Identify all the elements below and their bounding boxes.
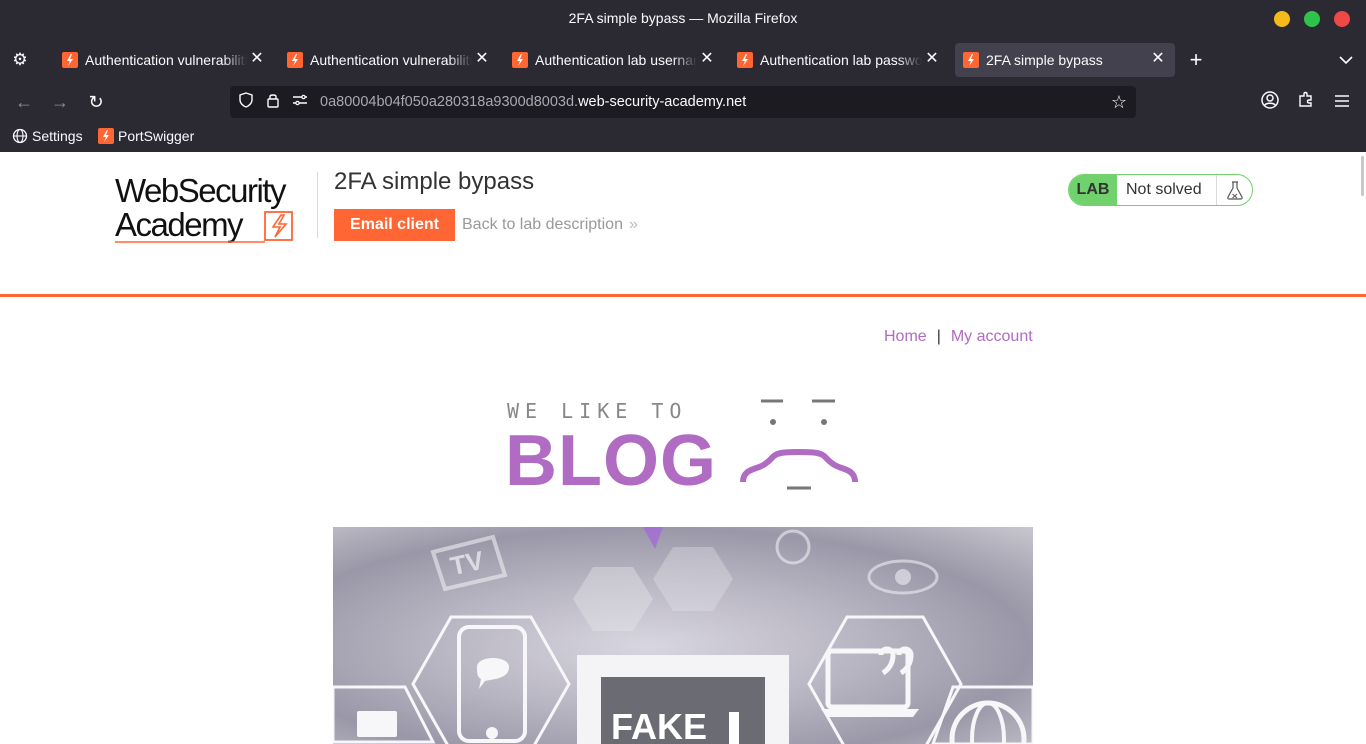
- bookmarks-toolbar: Settings PortSwigger: [0, 122, 1366, 152]
- bookmark-portswigger[interactable]: PortSwigger: [98, 128, 194, 146]
- tab-bar: ⚙ Authentication vulnerabilities ✕ Authe…: [0, 38, 1366, 82]
- lab-title: 2FA simple bypass: [334, 168, 535, 195]
- new-tab-plus-icon[interactable]: +: [1184, 48, 1208, 72]
- hero-tv-text: TV: [448, 545, 487, 581]
- bookmark-star-icon[interactable]: ☆: [1109, 92, 1129, 112]
- tab-close-icon[interactable]: ✕: [473, 50, 491, 68]
- back-link-label: Back to lab description: [462, 216, 623, 233]
- hamburger-menu-icon[interactable]: [1330, 90, 1354, 114]
- portswigger-favicon-icon: [62, 52, 78, 68]
- extensions-icon[interactable]: [1294, 90, 1318, 114]
- double-chevron-right-icon: »: [628, 216, 638, 233]
- tab-close-icon[interactable]: ✕: [1149, 50, 1167, 68]
- blog-logo-title: BLOG: [505, 421, 717, 501]
- bookmark-label: PortSwigger: [118, 128, 195, 144]
- page-viewport: WebSecurity Academy 2FA simple bypass Em…: [0, 152, 1366, 744]
- window-titlebar: 2FA simple bypass — Mozilla Firefox: [0, 0, 1366, 38]
- lab-status-widget: LAB Not solved: [1068, 174, 1253, 206]
- tab-label: Authentication lab passwords: [760, 52, 922, 68]
- brace-face-icon: [740, 399, 858, 490]
- lab-badge: LAB: [1069, 175, 1117, 205]
- tab-label: Authentication vulnerabilities: [85, 52, 247, 68]
- my-account-link[interactable]: My account: [951, 328, 1033, 345]
- shield-icon[interactable]: [236, 92, 256, 112]
- url-text[interactable]: 0a80004b04f050a280318a9300d8003d.web-sec…: [320, 94, 746, 110]
- tab-label: 2FA simple bypass: [986, 52, 1103, 68]
- bookmark-settings[interactable]: Settings: [12, 128, 83, 146]
- nav-separator: |: [936, 328, 941, 345]
- lock-icon[interactable]: [263, 92, 283, 112]
- tab-close-icon[interactable]: ✕: [248, 50, 266, 68]
- minimize-button[interactable]: [1274, 11, 1290, 27]
- back-to-lab-description-link[interactable]: Back to lab description »: [462, 216, 638, 234]
- tab-close-icon[interactable]: ✕: [698, 50, 716, 68]
- url-subdomain: 0a80004b04f050a280318a9300d8003d.: [320, 94, 579, 110]
- site-navigation: Home | My account: [884, 328, 1033, 346]
- header-orange-divider: [0, 294, 1366, 297]
- url-domain: web-security-academy.net: [578, 94, 747, 110]
- reload-icon[interactable]: ↻: [84, 90, 108, 114]
- web-security-academy-logo[interactable]: WebSecurity Academy: [115, 172, 315, 244]
- window-title: 2FA simple bypass — Mozilla Firefox: [568, 10, 798, 26]
- gear-icon[interactable]: ⚙: [10, 50, 30, 70]
- bookmark-label: Settings: [32, 128, 83, 144]
- navigation-toolbar: ← → ↻ 0a80004b04f050a280318a9300d8003d.w…: [0, 82, 1366, 122]
- tab-authentication-vulnerabilities-2[interactable]: Authentication vulnerabilities ✕: [279, 43, 499, 77]
- email-client-button[interactable]: Email client: [334, 209, 455, 241]
- portswigger-favicon-icon: [963, 52, 979, 68]
- maximize-button[interactable]: [1304, 11, 1320, 27]
- tab-authentication-vulnerabilities-1[interactable]: Authentication vulnerabilities ✕: [54, 43, 274, 77]
- close-window-button[interactable]: [1334, 11, 1350, 27]
- url-bar[interactable]: 0a80004b04f050a280318a9300d8003d.web-sec…: [230, 86, 1136, 118]
- permissions-icon[interactable]: [290, 92, 310, 112]
- home-link[interactable]: Home: [884, 328, 927, 345]
- page-scrollbar[interactable]: [1361, 156, 1364, 196]
- portswigger-favicon-icon: [287, 52, 303, 68]
- header-divider: [317, 172, 318, 238]
- globe-icon: [12, 128, 28, 144]
- lab-status-text: Not solved: [1126, 181, 1202, 198]
- tab-authentication-lab-passwords[interactable]: Authentication lab passwords ✕: [729, 43, 949, 77]
- tab-2fa-simple-bypass[interactable]: 2FA simple bypass ✕: [955, 43, 1175, 77]
- logo-line-1: WebSecurity: [115, 172, 287, 209]
- blog-hero-image: TV FAKE: [333, 527, 1033, 744]
- flask-icon: [1216, 175, 1252, 205]
- logo-line-2: Academy: [115, 206, 244, 243]
- portswigger-favicon-icon: [512, 52, 528, 68]
- forward-arrow-icon[interactable]: →: [48, 90, 72, 114]
- chevron-down-icon[interactable]: [1334, 48, 1358, 72]
- tab-close-icon[interactable]: ✕: [923, 50, 941, 68]
- account-icon[interactable]: [1258, 90, 1282, 114]
- tab-label: Authentication lab usernames: [535, 52, 697, 68]
- tab-label: Authentication vulnerabilities: [310, 52, 472, 68]
- portswigger-icon: [98, 128, 114, 144]
- hero-fake-text: FAKE: [611, 706, 707, 744]
- tab-authentication-lab-usernames[interactable]: Authentication lab usernames ✕: [504, 43, 724, 77]
- blog-logo: WE LIKE TO BLOG: [505, 396, 865, 501]
- portswigger-favicon-icon: [737, 52, 753, 68]
- back-arrow-icon[interactable]: ←: [12, 90, 36, 114]
